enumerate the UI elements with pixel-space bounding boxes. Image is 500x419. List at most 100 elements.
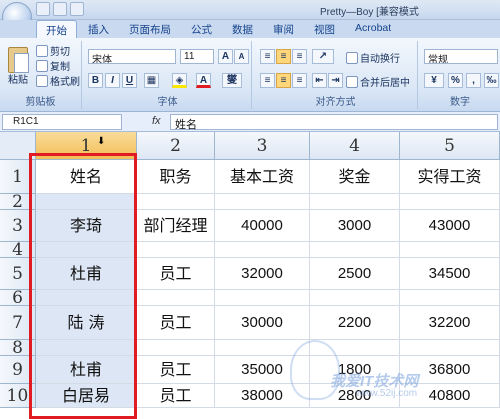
table-cell[interactable] xyxy=(310,290,400,306)
table-cell[interactable]: 职务 xyxy=(137,160,215,194)
table-cell[interactable]: 员工 xyxy=(137,306,215,340)
row-header[interactable]: 1 xyxy=(0,160,36,194)
orientation-button[interactable]: ↗ xyxy=(312,49,334,64)
table-cell[interactable]: 陆 涛 xyxy=(36,306,137,340)
align-left-button[interactable]: ≡ xyxy=(260,73,275,88)
font-size-select[interactable]: 11 xyxy=(180,49,214,64)
tab-view[interactable]: 视图 xyxy=(305,20,344,38)
table-cell[interactable]: 40000 xyxy=(215,210,310,242)
table-cell[interactable]: 姓名 xyxy=(36,160,137,194)
align-bottom-button[interactable]: ≡ xyxy=(292,49,307,64)
row-header[interactable]: 5 xyxy=(0,258,36,290)
table-cell[interactable]: 实得工资 xyxy=(400,160,500,194)
borders-button[interactable]: ▦ xyxy=(144,73,159,88)
table-cell[interactable] xyxy=(400,340,500,356)
table-cell[interactable]: 杜甫 xyxy=(36,258,137,290)
table-cell[interactable] xyxy=(137,340,215,356)
table-cell[interactable] xyxy=(36,290,137,306)
bold-button[interactable]: B xyxy=(88,73,103,88)
align-middle-button[interactable]: ≡ xyxy=(276,49,291,64)
table-cell[interactable] xyxy=(400,290,500,306)
underline-button[interactable]: U xyxy=(122,73,137,88)
italic-button[interactable]: I xyxy=(105,73,120,88)
table-cell[interactable]: 3000 xyxy=(310,210,400,242)
table-cell[interactable] xyxy=(310,194,400,210)
row-header[interactable]: 2 xyxy=(0,194,36,211)
table-cell[interactable]: 部门经理 xyxy=(137,210,215,242)
table-cell[interactable]: 员工 xyxy=(137,384,215,408)
table-cell[interactable]: 32200 xyxy=(400,306,500,340)
table-cell[interactable]: 32000 xyxy=(215,258,310,290)
paste-button-label[interactable]: 粘贴 xyxy=(8,71,28,86)
tab-formulas[interactable]: 公式 xyxy=(182,20,221,38)
column-header[interactable]: 4 xyxy=(310,132,400,160)
currency-button[interactable]: ¥ xyxy=(424,73,444,88)
column-header[interactable]: 5 xyxy=(400,132,500,160)
table-cell[interactable] xyxy=(215,194,310,210)
table-cell[interactable] xyxy=(36,242,137,258)
row-header[interactable]: 10 xyxy=(0,384,36,408)
shrink-font-button[interactable]: A xyxy=(234,49,249,64)
save-icon[interactable] xyxy=(36,2,50,16)
formula-input[interactable]: 姓名 xyxy=(170,114,498,131)
comma-button[interactable]: , xyxy=(466,73,481,88)
tab-home[interactable]: 开始 xyxy=(36,20,77,38)
align-center-button[interactable]: ≡ xyxy=(276,73,291,88)
table-cell[interactable] xyxy=(215,290,310,306)
table-cell[interactable]: 43000 xyxy=(400,210,500,242)
table-cell[interactable]: 白居易 xyxy=(36,384,137,408)
wrap-text-button[interactable]: 自动换行 xyxy=(346,50,400,65)
column-header[interactable]: 3 xyxy=(215,132,310,160)
number-format-select[interactable]: 常规 xyxy=(424,49,498,64)
row-header[interactable]: 3 xyxy=(0,210,36,242)
tab-insert[interactable]: 插入 xyxy=(79,20,118,38)
grow-font-button[interactable]: A xyxy=(218,49,233,64)
font-name-select[interactable]: 宋体 xyxy=(88,49,176,64)
cut-button[interactable]: 剪切 xyxy=(36,43,70,58)
fill-color-button[interactable]: ◈ xyxy=(172,73,187,88)
column-header[interactable]: 1 xyxy=(36,132,137,160)
redo-icon[interactable] xyxy=(70,2,84,16)
table-cell[interactable]: 34500 xyxy=(400,258,500,290)
undo-icon[interactable] xyxy=(53,2,67,16)
table-cell[interactable]: 2500 xyxy=(310,258,400,290)
phonetic-button[interactable]: 燮 xyxy=(222,73,242,88)
table-cell[interactable]: 员工 xyxy=(137,356,215,384)
table-cell[interactable]: 30000 xyxy=(215,306,310,340)
copy-button[interactable]: 复制 xyxy=(36,58,70,73)
row-header[interactable]: 4 xyxy=(0,242,36,259)
table-cell[interactable]: 李琦 xyxy=(36,210,137,242)
table-cell[interactable] xyxy=(400,242,500,258)
row-header[interactable]: 7 xyxy=(0,306,36,340)
table-cell[interactable] xyxy=(137,290,215,306)
decrease-indent-button[interactable]: ⇤ xyxy=(312,73,327,88)
percent-button[interactable]: % xyxy=(448,73,463,88)
merge-center-button[interactable]: 合并后居中 xyxy=(346,74,410,89)
tab-acrobat[interactable]: Acrobat xyxy=(346,20,400,38)
table-cell[interactable] xyxy=(400,194,500,210)
name-box[interactable]: R1C1 xyxy=(2,114,122,130)
format-painter-button[interactable]: 格式刷 xyxy=(36,73,80,88)
decimal-button[interactable]: ‰ xyxy=(484,73,499,88)
tab-review[interactable]: 审阅 xyxy=(264,20,303,38)
table-cell[interactable] xyxy=(36,340,137,356)
table-cell[interactable]: 杜甫 xyxy=(36,356,137,384)
column-header[interactable]: 2 xyxy=(137,132,215,160)
table-cell[interactable] xyxy=(310,242,400,258)
row-header[interactable]: 8 xyxy=(0,340,36,357)
tab-data[interactable]: 数据 xyxy=(223,20,262,38)
align-right-button[interactable]: ≡ xyxy=(292,73,307,88)
tab-page-layout[interactable]: 页面布局 xyxy=(120,20,180,38)
table-cell[interactable] xyxy=(36,194,137,210)
increase-indent-button[interactable]: ⇥ xyxy=(328,73,343,88)
select-all-corner[interactable] xyxy=(0,132,36,160)
row-header[interactable]: 9 xyxy=(0,356,36,384)
font-color-button[interactable]: A xyxy=(196,73,211,88)
table-cell[interactable]: 2200 xyxy=(310,306,400,340)
insert-function-button[interactable]: fx xyxy=(152,115,161,127)
table-cell[interactable]: 基本工资 xyxy=(215,160,310,194)
table-cell[interactable] xyxy=(137,194,215,210)
table-cell[interactable] xyxy=(137,242,215,258)
row-header[interactable]: 6 xyxy=(0,290,36,307)
table-cell[interactable] xyxy=(215,242,310,258)
